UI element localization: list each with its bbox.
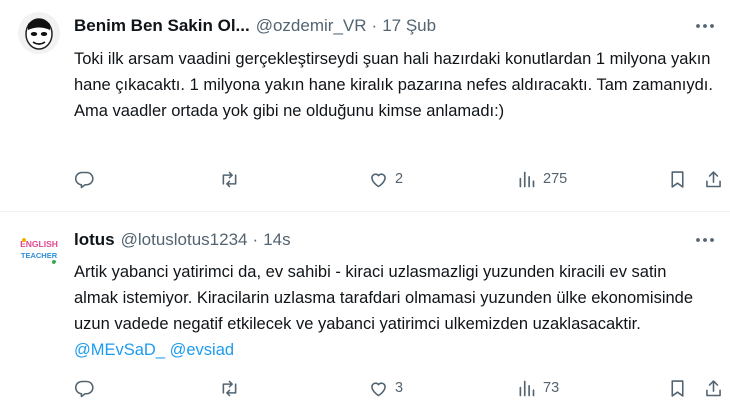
mention-link[interactable]: @evsiad — [170, 341, 234, 359]
reply-icon — [74, 171, 94, 188]
more-options-button[interactable] — [694, 16, 716, 36]
author-name[interactable]: Benim Ben Sakin Ol... — [74, 16, 250, 36]
share-icon — [706, 170, 721, 187]
tweet-text-content: Artik yabanci yatirimci da, ev sahibi - … — [74, 263, 694, 333]
like-button[interactable]: 3 — [368, 376, 403, 400]
tweet[interactable]: ENGLISH TEACHER lotus @lotuslotus1234 · … — [0, 212, 730, 420]
avatar[interactable] — [18, 12, 60, 54]
reply-button[interactable] — [74, 376, 95, 400]
views-button[interactable]: 73 — [516, 376, 559, 400]
like-button[interactable]: 2 — [368, 167, 403, 191]
share-icon — [706, 379, 721, 396]
masked-face-avatar-icon — [18, 12, 60, 54]
author-handle[interactable]: @lotuslotus1234 — [121, 230, 248, 250]
reply-button[interactable] — [74, 167, 95, 191]
retweet-icon — [222, 380, 237, 396]
like-count: 2 — [395, 171, 404, 187]
retweet-button[interactable] — [219, 376, 240, 400]
tweet[interactable]: Benim Ben Sakin Ol... @ozdemir_VR · 17 Ş… — [0, 0, 730, 212]
share-button[interactable] — [703, 167, 724, 191]
more-icon — [696, 24, 714, 28]
bookmark-icon — [671, 170, 684, 188]
more-icon — [696, 238, 714, 242]
more-options-button[interactable] — [694, 230, 716, 250]
separator-dot: · — [252, 230, 259, 249]
tweet-text-content: Toki ilk arsam vaadini gerçekleştirseydi… — [74, 50, 713, 120]
tweet-header: lotus @lotuslotus1234 · 14s — [74, 230, 291, 250]
mention-link[interactable]: @MEvSaD_ — [74, 341, 165, 359]
tweet-text: Toki ilk arsam vaadini gerçekleştirseydi… — [74, 46, 714, 124]
bookmark-button[interactable] — [667, 376, 688, 400]
timestamp[interactable]: 17 Şub — [382, 16, 436, 36]
tweet-header: Benim Ben Sakin Ol... @ozdemir_VR · 17 Ş… — [74, 16, 436, 36]
heart-icon — [371, 172, 386, 187]
views-count: 73 — [543, 380, 560, 396]
heart-icon — [371, 381, 386, 396]
svg-text:TEACHER: TEACHER — [21, 251, 58, 260]
english-teacher-avatar-icon: ENGLISH TEACHER — [18, 229, 60, 271]
avatar[interactable]: ENGLISH TEACHER — [18, 229, 60, 271]
bookmark-icon — [671, 379, 684, 397]
author-handle[interactable]: @ozdemir_VR — [256, 16, 367, 36]
author-name[interactable]: lotus — [74, 230, 115, 250]
retweet-button[interactable] — [219, 167, 240, 191]
views-button[interactable]: 275 — [516, 167, 567, 191]
timestamp[interactable]: 14s — [263, 230, 290, 250]
views-chart-icon — [519, 380, 535, 396]
reply-icon — [74, 380, 94, 397]
views-chart-icon — [519, 171, 535, 187]
retweet-icon — [222, 171, 237, 187]
views-count: 275 — [543, 171, 568, 187]
tweet-actions: 2 275 — [74, 167, 724, 191]
share-button[interactable] — [703, 376, 724, 400]
tweet-actions: 3 73 — [74, 376, 724, 400]
separator-dot: · — [371, 16, 378, 35]
bookmark-button[interactable] — [667, 167, 688, 191]
like-count: 3 — [395, 380, 404, 396]
tweet-text: Artik yabanci yatirimci da, ev sahibi - … — [74, 259, 714, 363]
